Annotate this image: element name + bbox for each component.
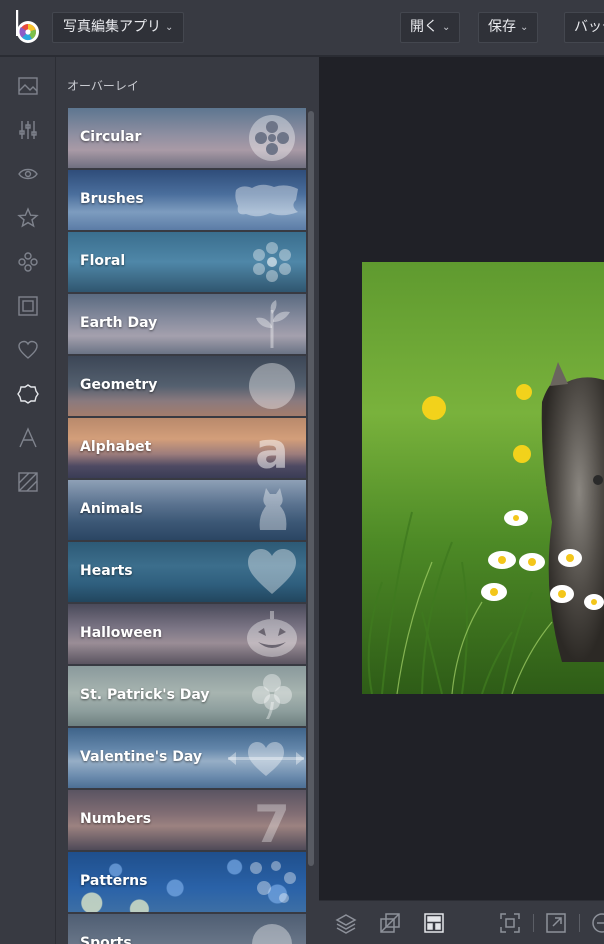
overlay-category-numbers[interactable]: Numbers 7: [68, 790, 306, 850]
overlay-category-brushes[interactable]: Brushes: [68, 170, 306, 230]
heart-arrow-icon: [226, 734, 306, 782]
overlay-category-valentines-day[interactable]: Valentine's Day: [68, 728, 306, 788]
brush-stroke-icon: [232, 176, 302, 224]
open-button-label: 開く: [410, 19, 438, 35]
compare-icon[interactable]: [379, 912, 401, 934]
heart-icon: [246, 548, 298, 596]
text-icon[interactable]: [14, 424, 42, 452]
overlay-category-earth-day[interactable]: Earth Day: [68, 294, 306, 354]
category-label: Alphabet: [80, 439, 152, 455]
category-label: Hearts: [80, 563, 133, 579]
overlay-category-sports[interactable]: Sports: [68, 914, 306, 944]
category-label: Earth Day: [80, 315, 158, 331]
overlay-icon[interactable]: [14, 380, 42, 408]
category-label: Circular: [80, 129, 142, 145]
batch-button[interactable]: バッチ: [564, 12, 604, 43]
toolbar-divider: [533, 914, 534, 932]
frame-icon[interactable]: [14, 292, 42, 320]
panel-scrollbar[interactable]: [308, 111, 314, 866]
category-label: Valentine's Day: [80, 749, 202, 765]
eye-icon[interactable]: [14, 160, 42, 188]
heart-icon[interactable]: [14, 336, 42, 364]
open-button[interactable]: 開く ⌄: [400, 12, 461, 43]
star-icon[interactable]: [14, 204, 42, 232]
number-seven-icon: 7: [246, 795, 298, 850]
top-bar: 写真編集アプリ ⌄ 開く ⌄ 保存 ⌄ バッチ: [0, 0, 604, 56]
overlay-category-hearts[interactable]: Hearts: [68, 542, 306, 602]
chevron-down-icon: ⌄: [520, 22, 529, 33]
overlay-category-alphabet[interactable]: Alphabet a: [68, 418, 306, 478]
dots-pattern-icon: [246, 858, 298, 906]
overlay-category-floral[interactable]: Floral: [68, 232, 306, 292]
category-label: Patterns: [80, 873, 148, 889]
batch-button-label: バッチ: [574, 19, 604, 35]
overlay-category-circular[interactable]: Circular: [68, 108, 306, 168]
overlay-category-patterns[interactable]: Patterns: [68, 852, 306, 912]
app-logo[interactable]: [14, 10, 42, 46]
letter-a-icon: a: [246, 422, 298, 478]
layers-icon[interactable]: [335, 912, 357, 934]
svg-text:7: 7: [254, 796, 290, 844]
panel-title: オーバーレイ: [67, 79, 139, 93]
overlay-category-halloween[interactable]: Halloween: [68, 604, 306, 664]
category-label: Halloween: [80, 625, 163, 641]
svg-text:a: a: [255, 424, 289, 472]
app-selector-dropdown[interactable]: 写真編集アプリ ⌄: [52, 12, 185, 43]
chevron-down-icon: ⌄: [165, 22, 174, 33]
plant-icon: [246, 300, 298, 348]
bottom-toolbar: [319, 900, 604, 944]
pumpkin-icon: [246, 610, 298, 658]
save-button[interactable]: 保存 ⌄: [478, 12, 539, 43]
circle-icon: [246, 362, 298, 410]
save-button-label: 保存: [488, 19, 516, 35]
category-label: Floral: [80, 253, 126, 269]
layout-icon[interactable]: [423, 912, 445, 934]
sports-icon: [246, 920, 298, 944]
overlay-category-animals[interactable]: Animals: [68, 480, 306, 540]
category-label: St. Patrick's Day: [80, 687, 210, 703]
clover-icon: [246, 672, 298, 720]
open-external-icon[interactable]: [545, 912, 567, 934]
tool-rail: [0, 57, 56, 944]
zoom-out-icon[interactable]: [591, 912, 604, 934]
overlay-category-geometry[interactable]: Geometry: [68, 356, 306, 416]
overlay-panel: オーバーレイ Circular Brushes Floral Earth Day…: [56, 57, 319, 944]
category-label: Animals: [80, 501, 143, 517]
fit-screen-icon[interactable]: [499, 912, 521, 934]
toolbar-divider: [579, 914, 580, 932]
category-label: Geometry: [80, 377, 158, 393]
sliders-icon[interactable]: [14, 116, 42, 144]
category-label: Sports: [80, 935, 132, 944]
category-label: Brushes: [80, 191, 144, 207]
flower-icon: [246, 238, 298, 286]
flower-circle-icon: [246, 114, 298, 162]
chevron-down-icon: ⌄: [442, 22, 451, 33]
cat-icon: [246, 486, 298, 534]
texture-icon[interactable]: [14, 468, 42, 496]
app-selector-label: 写真編集アプリ: [63, 19, 161, 35]
category-label: Numbers: [80, 811, 152, 827]
effects-icon[interactable]: [14, 248, 42, 276]
image-icon[interactable]: [14, 72, 42, 100]
photo-preview[interactable]: [362, 262, 604, 694]
overlay-category-st-patricks-day[interactable]: St. Patrick's Day: [68, 666, 306, 726]
